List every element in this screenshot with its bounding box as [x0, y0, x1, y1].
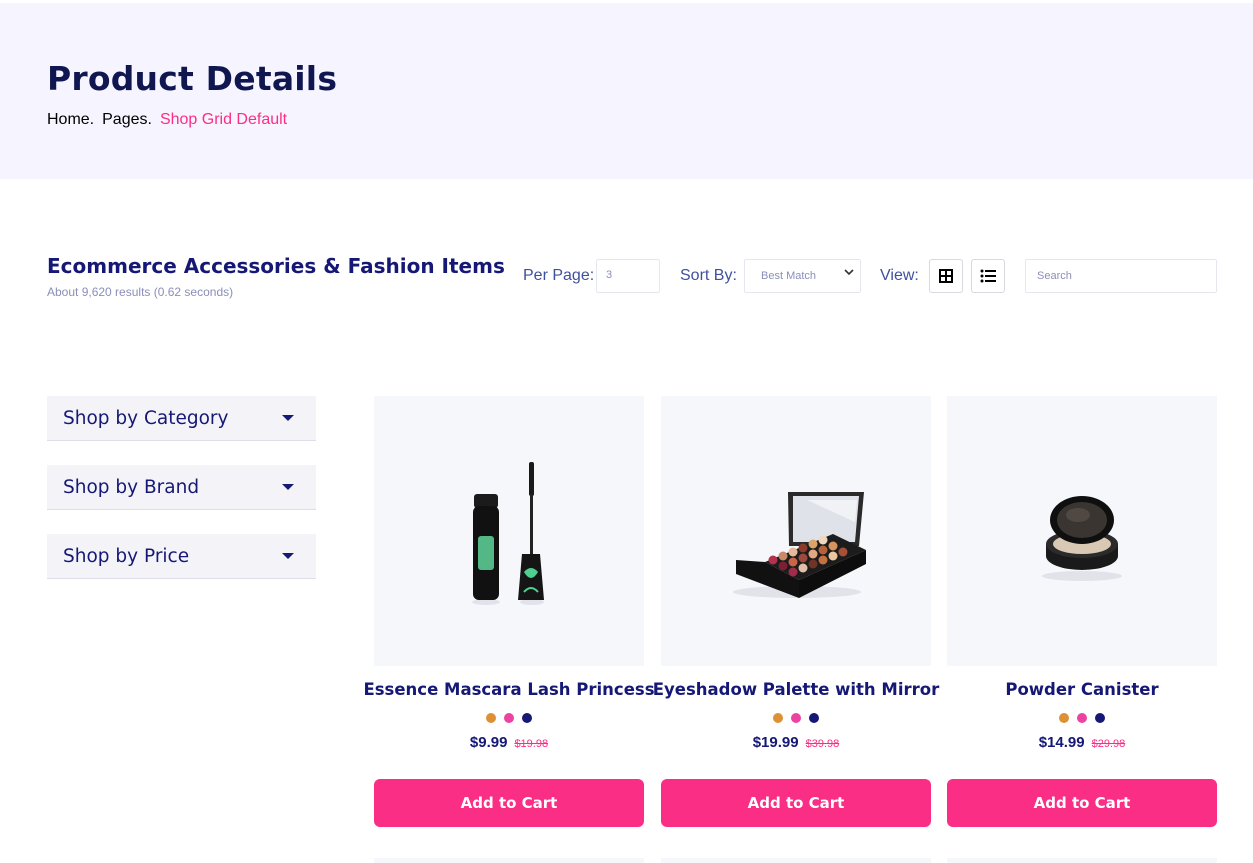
product-card-next-row	[374, 858, 644, 863]
results-title: Ecommerce Accessories & Fashion Items	[47, 254, 505, 278]
breadcrumb-pages[interactable]: Pages.	[102, 111, 152, 129]
product-price: $19.99	[752, 734, 799, 751]
product-old-price: $39.98	[805, 738, 840, 750]
view-label: View:	[880, 267, 919, 284]
per-page-input[interactable]: 3	[596, 259, 660, 293]
per-page-label: Per Page:	[523, 267, 595, 284]
swatch-navy[interactable]	[1095, 713, 1105, 723]
product-prices: $9.99 $19.98	[374, 734, 644, 751]
add-to-cart-button[interactable]: Add to Cart	[947, 779, 1217, 827]
filter-category-label: Shop by Category	[63, 407, 229, 429]
search-input[interactable]: Search	[1025, 259, 1217, 293]
product-old-price: $19.98	[514, 738, 549, 750]
product-prices: $14.99 $29.98	[947, 734, 1217, 751]
product-card[interactable]: Essence Mascara Lash Princess $9.99 $19.…	[363, 396, 655, 827]
swatch-navy[interactable]	[522, 713, 532, 723]
product-card[interactable]: Powder Canister $14.99 $29.98 Add to Car…	[947, 396, 1217, 827]
caret-down-icon	[282, 553, 294, 559]
add-to-cart-button[interactable]: Add to Cart	[374, 779, 644, 827]
breadcrumb-current: Shop Grid Default	[159, 111, 288, 128]
sort-by-label: Sort By:	[680, 267, 737, 284]
breadcrumb-home[interactable]: Home.	[47, 111, 94, 129]
results-count: About 9,620 results (0.62 seconds)	[47, 285, 234, 299]
swatch-orange[interactable]	[486, 713, 496, 723]
filter-category[interactable]: Shop by Category	[47, 396, 316, 441]
product-card-next-row	[661, 858, 931, 863]
product-name[interactable]: Essence Mascara Lash Princess	[354, 680, 664, 699]
product-price: $9.99	[469, 734, 508, 751]
list-view-button[interactable]	[971, 259, 1005, 293]
product-card[interactable]: Eyeshadow Palette with Mirror $19.99 $39…	[653, 396, 939, 827]
sort-by-select[interactable]: Best Match	[744, 259, 861, 293]
breadcrumb: Home. Pages. Shop Grid Default	[47, 111, 287, 129]
product-image-mascara[interactable]	[374, 396, 644, 666]
filter-price[interactable]: Shop by Price	[47, 534, 316, 579]
page-title: Product Details	[47, 59, 338, 98]
filter-brand[interactable]: Shop by Brand	[47, 465, 316, 510]
caret-down-icon	[282, 415, 294, 421]
color-swatches	[947, 713, 1217, 723]
chevron-down-icon	[844, 269, 854, 276]
grid-icon	[939, 269, 953, 283]
list-icon	[980, 269, 996, 283]
sort-by-value: Best Match	[761, 270, 817, 282]
swatch-pink[interactable]	[791, 713, 801, 723]
product-image-powder-compact[interactable]	[947, 396, 1217, 666]
product-name[interactable]: Powder Canister	[927, 680, 1237, 699]
swatch-navy[interactable]	[809, 713, 819, 723]
product-prices: $19.99 $39.98	[661, 734, 931, 751]
add-to-cart-button[interactable]: Add to Cart	[661, 779, 931, 827]
swatch-pink[interactable]	[1077, 713, 1087, 723]
product-price: $14.99	[1038, 734, 1085, 751]
page-header: Product Details Home. Pages. Shop Grid D…	[0, 3, 1253, 179]
filter-price-label: Shop by Price	[63, 545, 190, 567]
caret-down-icon	[282, 484, 294, 490]
grid-view-button[interactable]	[929, 259, 963, 293]
swatch-orange[interactable]	[773, 713, 783, 723]
swatch-orange[interactable]	[1059, 713, 1069, 723]
filter-brand-label: Shop by Brand	[63, 476, 200, 498]
product-name[interactable]: Eyeshadow Palette with Mirror	[641, 680, 951, 699]
swatch-pink[interactable]	[504, 713, 514, 723]
product-old-price: $29.98	[1091, 738, 1126, 750]
product-card-next-row	[947, 858, 1217, 863]
color-swatches	[661, 713, 931, 723]
product-image-eyeshadow-palette[interactable]	[661, 396, 931, 666]
color-swatches	[374, 713, 644, 723]
